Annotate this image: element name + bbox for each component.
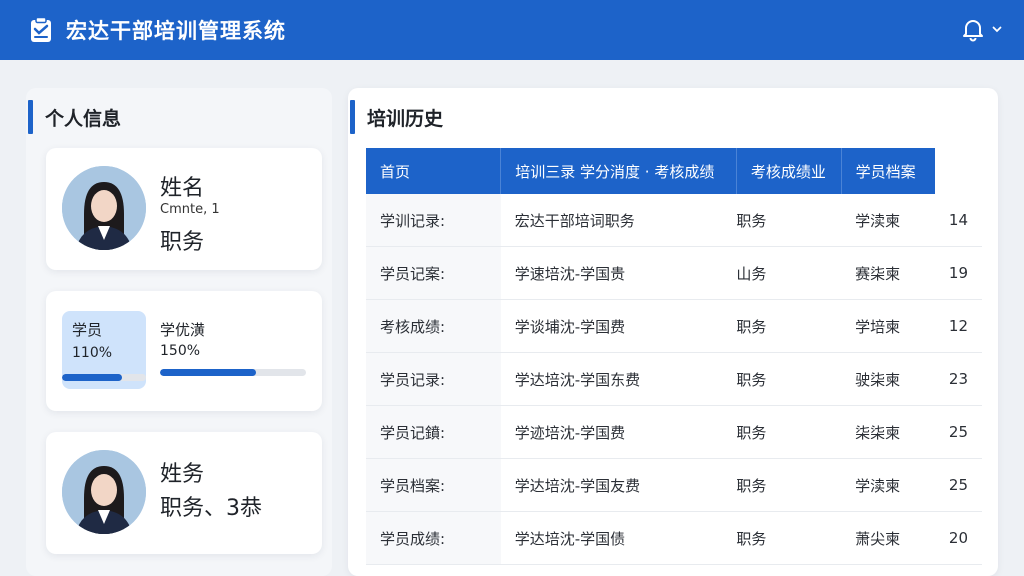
table-cell: 柒柒柬 [841,405,935,459]
table-cell: 12 [934,299,982,353]
profile-role-label: 职务 [160,230,205,255]
table-cell: 学达培沈-学国东费 [500,352,737,406]
table-cell: 学谈埔沈-学国费 [500,299,737,353]
table-cell: 学训记录: [366,194,501,247]
personal-info-title: 个人信息 [45,107,122,130]
table-cell: 萧尖柬 [841,511,935,565]
heading-accent [28,100,33,134]
table-cell: 14 [934,194,982,247]
profile-card[interactable]: 姓名 Cmnte, 1 职务 [46,148,322,270]
stat-a-progress-fill [62,374,123,381]
table-cell: 职务 [736,299,842,353]
table-cell: 职务 [736,511,842,565]
top-actions [960,16,1002,42]
table-cell: 学员记鐼: [366,405,501,459]
column-header[interactable]: 考核成绩业 [736,148,842,194]
table-cell: 25 [934,458,982,512]
profile2-line2: 职务、3恭 [160,496,262,521]
table-row[interactable]: 学训记录: 宏达干部培词职务 职务 学渎柬 14 [366,194,982,247]
table-cell: 学速培沈-学国贵 [500,246,737,300]
table-cell: 学渎柬 [841,194,935,247]
table-cell: 23 [934,352,982,406]
column-header[interactable]: 学员档案 [841,148,935,194]
table-header-row: 首页 培训三录 学分消度 · 考核成绩 考核成绩业 学员档案 [366,148,982,194]
table-cell: 职务 [736,405,842,459]
table-cell: 宏达干部培词职务 [500,194,737,247]
table-cell: 学达培沈-学国债 [500,511,737,565]
bell-icon[interactable] [960,16,986,42]
table-cell: 职务 [736,458,842,512]
table-row[interactable]: 学员成绩: 学达培沈-学国债 职务 萧尖柬 20 [366,511,982,565]
training-history-title: 培训历史 [367,107,444,130]
profile-card-2[interactable]: 姓务 职务、3恭 [46,432,322,554]
table-row[interactable]: 学员记录: 学达培沈-学国东费 职务 驶柒柬 23 [366,352,982,406]
table-cell: 19 [934,246,982,300]
table-cell: 学达培沈-学国友费 [500,458,737,512]
heading-accent [350,100,355,134]
top-bar: 宏达干部培训管理系统 [0,0,1024,60]
avatar [62,450,146,534]
personal-info-heading: 个人信息 [28,100,121,134]
column-header[interactable]: 培训三录 学分消度 · 考核成绩 [500,148,737,194]
profile-sub-text: Cmnte, 1 [160,202,220,217]
table-cell: 职务 [736,194,842,247]
table-cell: 20 [934,511,982,565]
avatar [62,166,146,250]
training-history-heading: 培训历史 [350,100,443,134]
stat-b-progress-fill [160,369,257,376]
column-header[interactable]: 首页 [366,148,502,194]
stat-b-label: 学优潢 [160,321,206,339]
stat-a-label: 学员 [72,321,103,339]
table-cell: 职务 [736,352,842,406]
stat-a-value: 110% [72,345,113,361]
table-cell: 学迹培沈-学国费 [500,405,737,459]
app-title: 宏达干部培训管理系统 [66,19,286,43]
stats-card: 学员 110% 学优潢 150% [46,291,322,411]
chevron-down-icon[interactable] [992,24,1002,34]
stat-a-progress [62,374,146,381]
table-cell: 山务 [736,246,842,300]
table-cell: 学培柬 [841,299,935,353]
table-cell: 学员档案: [366,458,501,512]
stat-b-progress [160,369,306,376]
table-cell: 学员记录: [366,352,501,406]
table-row[interactable]: 学员档案: 学达培沈-学国友费 职务 学渎柬 25 [366,458,982,512]
table-cell: 25 [934,405,982,459]
table-row[interactable]: 学员记案: 学速培沈-学国贵 山务 赛柒柬 19 [366,246,982,300]
training-history-table: 首页 培训三录 学分消度 · 考核成绩 考核成绩业 学员档案 学训记录: 宏达干部… [366,148,982,565]
table-cell: 学员成绩: [366,511,501,565]
table-cell: 考核成绩: [366,299,501,353]
table-cell: 赛柒柬 [841,246,935,300]
table-cell: 学员记案: [366,246,501,300]
stat-b-value: 150% [160,343,201,359]
app-logo-icon [28,17,54,43]
table-row[interactable]: 考核成绩: 学谈埔沈-学国费 职务 学培柬 12 [366,299,982,353]
table-row[interactable]: 学员记鐼: 学迹培沈-学国费 职务 柒柒柬 25 [366,405,982,459]
profile2-line1: 姓务 [160,462,205,487]
profile-name-label: 姓名 [160,176,205,201]
table-cell: 驶柒柬 [841,352,935,406]
table-cell: 学渎柬 [841,458,935,512]
